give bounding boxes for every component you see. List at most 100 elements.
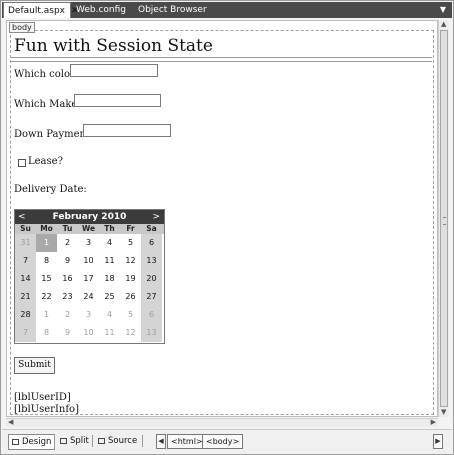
scroll-left-icon[interactable]: ◀: [8, 418, 13, 426]
calendar-day[interactable]: 1: [36, 234, 57, 252]
tab-label: Object Browser: [138, 5, 207, 15]
vertical-scrollbar[interactable]: ▲ ▼: [438, 20, 449, 417]
calendar-day[interactable]: 22: [36, 288, 57, 306]
tab-default-aspx[interactable]: Default.aspx ✕: [3, 2, 79, 18]
scroll-right-icon[interactable]: ▶: [431, 418, 436, 426]
calendar-day[interactable]: 2: [57, 234, 78, 252]
calendar-day[interactable]: 14: [15, 270, 36, 288]
calendar-day[interactable]: 10: [78, 324, 99, 342]
body-tag-button[interactable]: <body>: [202, 434, 244, 449]
source-view-button[interactable]: Source: [98, 434, 137, 448]
calendar-day[interactable]: 6: [141, 234, 162, 252]
calendar-day[interactable]: 7: [15, 252, 36, 270]
horizontal-scrollbar[interactable]: ◀ ▶: [6, 418, 438, 427]
calendar-day[interactable]: 11: [99, 324, 120, 342]
calendar-day[interactable]: 7: [15, 324, 36, 342]
calendar-day[interactable]: 21: [15, 288, 36, 306]
body-tag[interactable]: body: [9, 22, 35, 33]
split-view-button[interactable]: Split: [60, 434, 89, 448]
lease-label: Lease?: [28, 156, 63, 167]
tab-label: Web.config: [76, 5, 127, 15]
design-icon: [12, 438, 19, 445]
calendar-day[interactable]: 3: [78, 234, 99, 252]
source-view-label: Source: [108, 436, 138, 446]
calendar-day[interactable]: 12: [120, 324, 141, 342]
calendar-day[interactable]: 15: [36, 270, 57, 288]
calendar-day[interactable]: 8: [36, 324, 57, 342]
delivery-date-label: Delivery Date:: [14, 184, 87, 195]
html-tag-button[interactable]: <html>: [167, 434, 207, 449]
day-of-week-header: Fr: [126, 224, 135, 233]
day-of-week-header: Th: [104, 224, 115, 233]
tab-object-browser[interactable]: Object Browser: [134, 2, 214, 18]
calendar-day[interactable]: 3: [78, 306, 99, 324]
chevron-down-icon[interactable]: ▼: [440, 2, 446, 18]
calendar-day[interactable]: 23: [57, 288, 78, 306]
day-of-week-header: Mo: [40, 224, 53, 233]
tab-web-config[interactable]: Web.config: [72, 2, 132, 18]
day-of-week-header: Sa: [146, 224, 157, 233]
title-divider: [11, 57, 432, 62]
make-label: Which Make?: [14, 99, 83, 110]
user-id-label: [lblUserID]: [14, 392, 71, 403]
calendar-day[interactable]: 13: [141, 252, 162, 270]
tag-nav-left-icon[interactable]: ◀: [156, 434, 166, 449]
calendar-day[interactable]: 31: [15, 234, 36, 252]
calendar-day[interactable]: 24: [78, 288, 99, 306]
calendar-day[interactable]: 11: [99, 252, 120, 270]
divider: [54, 435, 55, 447]
calendar-day[interactable]: 8: [36, 252, 57, 270]
calendar-day[interactable]: 27: [141, 288, 162, 306]
calendar-day[interactable]: 4: [99, 234, 120, 252]
scroll-down-icon[interactable]: ▼: [441, 408, 446, 416]
calendar-day[interactable]: 6: [141, 306, 162, 324]
calendar-title: February 2010: [52, 212, 127, 222]
next-month-icon[interactable]: >: [152, 210, 160, 224]
calendar-day[interactable]: 9: [57, 324, 78, 342]
prev-month-icon[interactable]: <: [18, 210, 26, 224]
design-view-button[interactable]: Design: [8, 434, 56, 450]
day-of-week-header: We: [81, 224, 96, 233]
calendar-day[interactable]: 20: [141, 270, 162, 288]
split-view-label: Split: [70, 436, 89, 446]
view-switcher-bar: Design Split Source ◀ <html> <body> ▶: [2, 429, 452, 453]
calendar-day[interactable]: 5: [120, 234, 141, 252]
submit-button[interactable]: Submit: [14, 357, 55, 374]
calendar-day[interactable]: 19: [120, 270, 141, 288]
calendar-day[interactable]: 18: [99, 270, 120, 288]
calendar-header: February 2010 < >: [15, 210, 164, 224]
document-tab-bar: Default.aspx ✕ Web.config Object Browser …: [2, 2, 452, 18]
design-view-label: Design: [22, 437, 52, 447]
make-textbox[interactable]: [74, 94, 161, 107]
calendar-day[interactable]: 5: [120, 306, 141, 324]
calendar-day[interactable]: 10: [78, 252, 99, 270]
calendar-day[interactable]: 2: [57, 306, 78, 324]
down-payment-textbox[interactable]: [83, 124, 171, 137]
calendar-day[interactable]: 12: [120, 252, 141, 270]
calendar-day[interactable]: 16: [57, 270, 78, 288]
tag-nav-right-icon[interactable]: ▶: [433, 434, 443, 449]
scroll-up-icon[interactable]: ▲: [441, 20, 446, 28]
user-info-label: [lblUserInfo]: [14, 404, 79, 415]
designer-window: Default.aspx ✕ Web.config Object Browser …: [0, 0, 454, 455]
design-surface[interactable]: body Fun with Session State Which color?…: [6, 20, 438, 417]
calendar-day[interactable]: 17: [78, 270, 99, 288]
calendar-day[interactable]: 9: [57, 252, 78, 270]
calendar-day[interactable]: 1: [36, 306, 57, 324]
calendar-day-headers: Su Mo Tu We Th Fr Sa: [15, 224, 164, 234]
tab-label: Default.aspx: [8, 6, 65, 16]
calendar-day[interactable]: 4: [99, 306, 120, 324]
day-of-week-header: Tu: [62, 224, 73, 233]
source-icon: [98, 437, 105, 444]
scroll-thumb[interactable]: [440, 30, 448, 407]
lease-checkbox[interactable]: [18, 159, 26, 167]
calendar-day[interactable]: 26: [120, 288, 141, 306]
divider: [142, 435, 143, 447]
color-textbox[interactable]: [70, 64, 158, 77]
calendar-day[interactable]: 13: [141, 324, 162, 342]
delivery-calendar: February 2010 < > Su Mo Tu We Th Fr Sa 3…: [14, 209, 165, 344]
day-of-week-header: Su: [20, 224, 31, 233]
grip-icon: [443, 217, 446, 225]
calendar-day[interactable]: 28: [15, 306, 36, 324]
calendar-day[interactable]: 25: [99, 288, 120, 306]
